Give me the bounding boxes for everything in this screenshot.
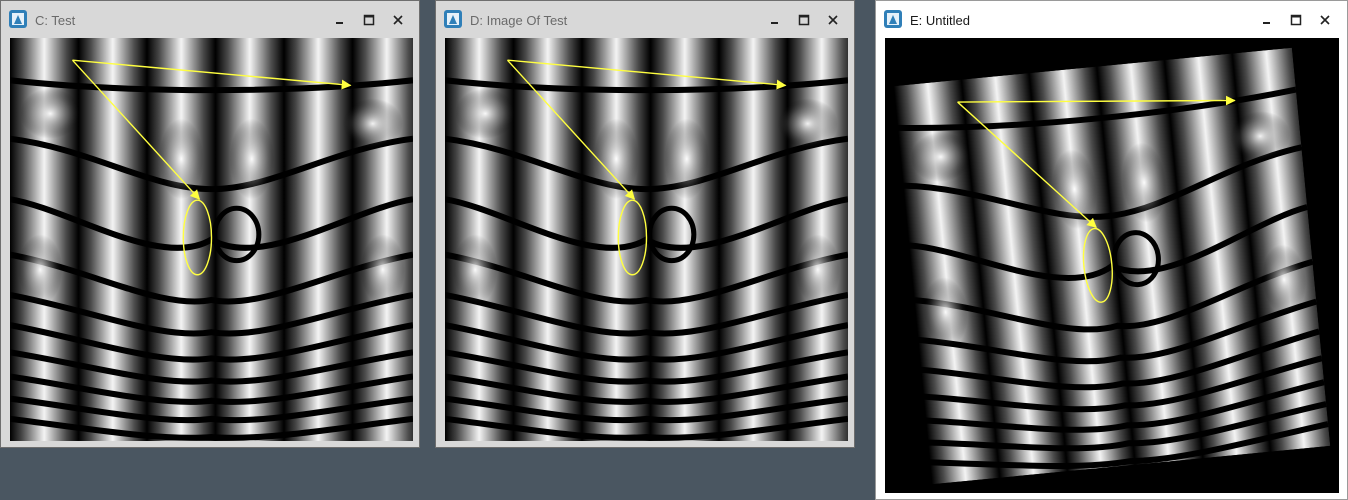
image-canvas[interactable] [885, 38, 1339, 493]
app-icon [444, 10, 462, 28]
window-title: D: Image Of Test [470, 13, 568, 28]
close-icon [828, 15, 838, 25]
titlebar[interactable]: D: Image Of Test [436, 1, 854, 35]
maximize-button[interactable] [1285, 9, 1307, 31]
titlebar[interactable]: C: Test [1, 1, 419, 35]
maximize-icon [1290, 14, 1302, 26]
window-e[interactable]: E: Untitled [875, 0, 1348, 500]
minimize-icon [1263, 22, 1270, 24]
close-button[interactable] [822, 9, 844, 31]
app-icon [884, 10, 902, 28]
minimize-icon [336, 22, 343, 24]
maximize-icon [363, 14, 375, 26]
titlebar[interactable]: E: Untitled [876, 1, 1347, 35]
minimize-button[interactable] [1256, 9, 1278, 31]
rotated-fringe-image [885, 38, 1339, 493]
minimize-icon [771, 22, 778, 24]
maximize-icon [798, 14, 810, 26]
window-title: E: Untitled [910, 13, 970, 28]
window-d[interactable]: D: Image Of Test [435, 0, 855, 448]
window-c[interactable]: C: Test [0, 0, 420, 448]
window-title: C: Test [35, 13, 76, 28]
image-canvas[interactable] [445, 38, 848, 441]
fringe-image [445, 38, 848, 441]
close-button[interactable] [1314, 9, 1336, 31]
maximize-button[interactable] [358, 9, 380, 31]
image-canvas[interactable] [10, 38, 413, 441]
close-icon [1320, 15, 1330, 25]
close-icon [393, 15, 403, 25]
close-button[interactable] [387, 9, 409, 31]
app-icon [9, 10, 27, 28]
maximize-button[interactable] [793, 9, 815, 31]
fringe-image [10, 38, 413, 441]
minimize-button[interactable] [329, 9, 351, 31]
minimize-button[interactable] [764, 9, 786, 31]
